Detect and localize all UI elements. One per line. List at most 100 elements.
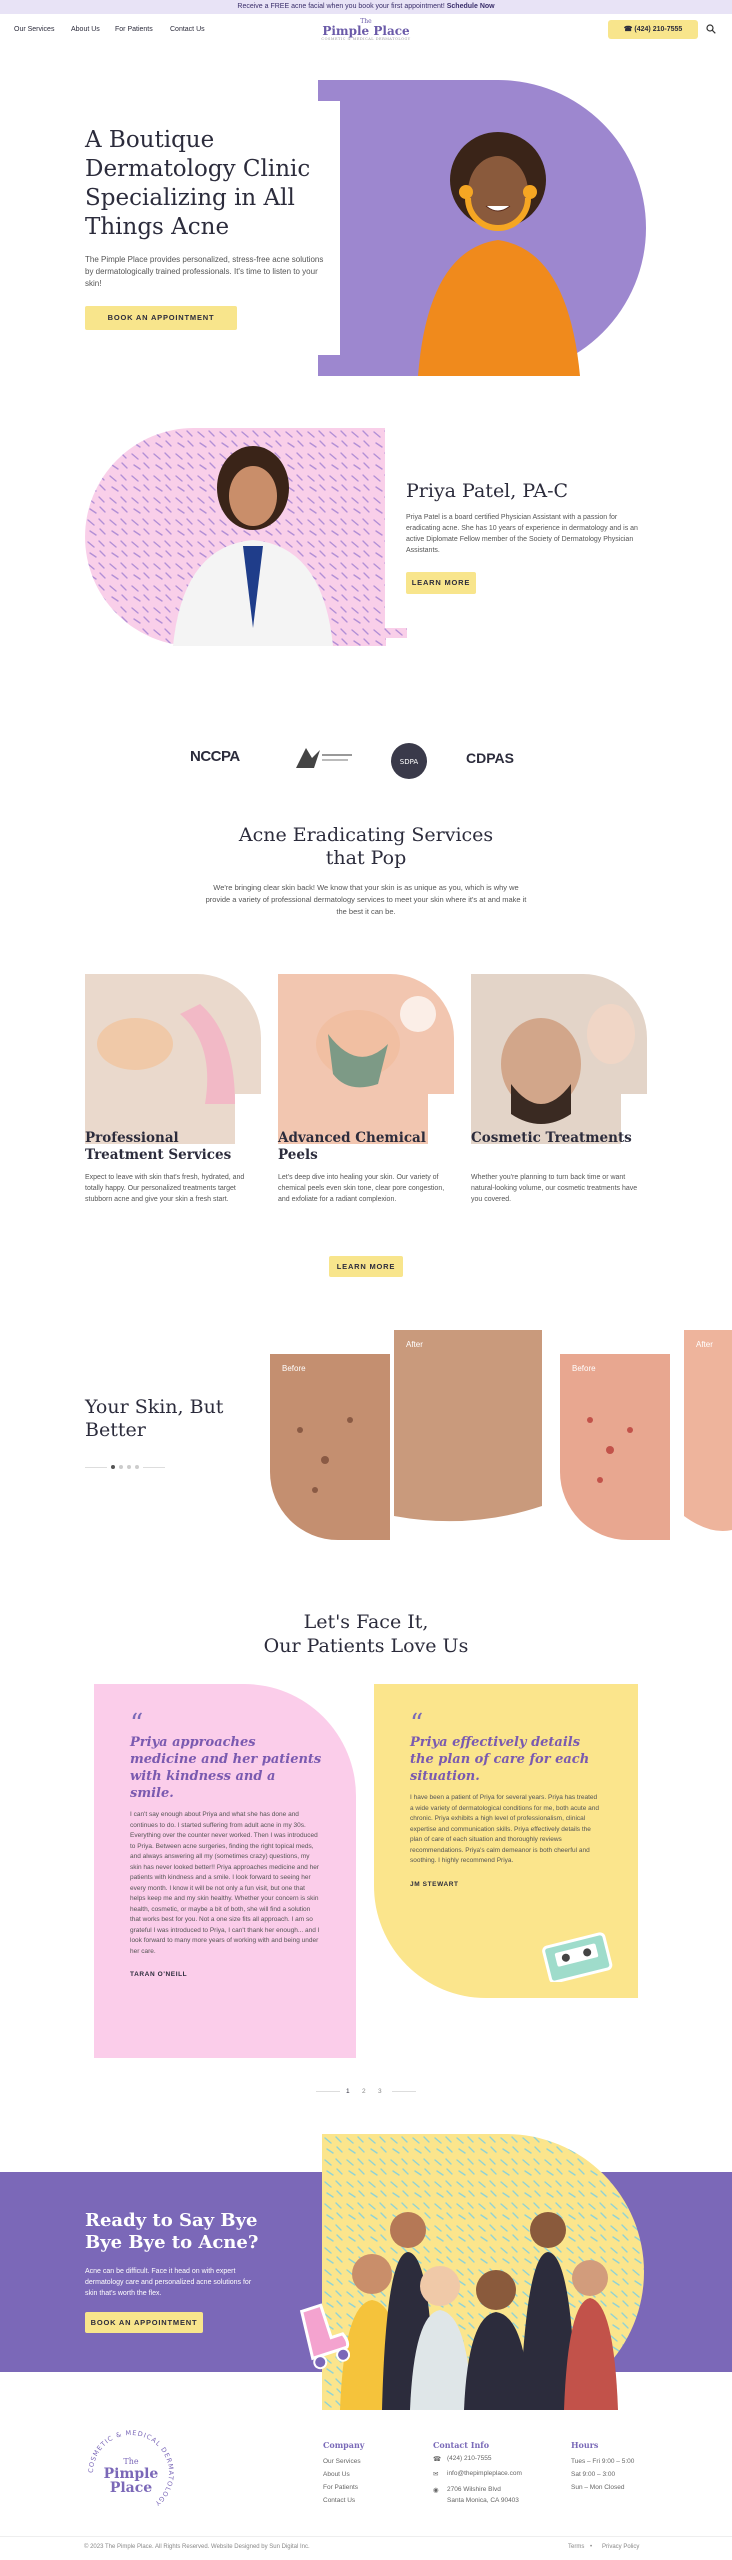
hero-image [318, 80, 646, 376]
footer-privacy-link[interactable]: Privacy Policy [602, 2544, 639, 2550]
cta-book-button[interactable]: BOOK AN APPOINTMENT [85, 2312, 203, 2333]
footer-separator: • [590, 2544, 593, 2550]
testimonial-headline-1: Priya approaches medicine and her patien… [130, 1735, 322, 1801]
logo-tagline: COSMETIC & MEDICAL DERMATOLOGY [321, 37, 411, 41]
promo-text: Receive a FREE acne facial when you book… [237, 3, 445, 10]
pager-dot[interactable] [127, 1465, 131, 1469]
testimonial-card-2: “ Priya effectively details the plan of … [410, 1709, 602, 1888]
footer-link-contact[interactable]: Contact Us [323, 2497, 355, 2504]
footer-link-about[interactable]: About Us [323, 2471, 350, 2478]
testimonial-body-2: I have been a patient of Priya for sever… [410, 1794, 599, 1864]
service-text-treatment: Expect to leave with skin that's fresh, … [85, 1174, 245, 1203]
pager-page-1[interactable]: 1 [346, 2088, 350, 2095]
cta-text: Acne can be difficult. Face it head on w… [85, 2268, 252, 2297]
site-logo[interactable]: The Pimple Place COSMETIC & MEDICAL DERM… [318, 18, 414, 41]
pager-page-3[interactable]: 3 [378, 2088, 382, 2095]
testimonials-title-line1: Let's Face It, [303, 1611, 429, 1633]
testimonial-headline-2: Priya effectively details the plan of ca… [410, 1735, 590, 1784]
footer-phone[interactable]: (424) 210-7555 [447, 2455, 491, 2462]
hero-book-button[interactable]: BOOK AN APPOINTMENT [85, 306, 237, 330]
cassette-tape-sticker [542, 1932, 613, 1982]
testimonial-author-2: JM STEWART [410, 1880, 459, 1888]
service-title-peels: Advanced Chemical Peels [278, 1130, 426, 1163]
service-title-treatment: Professional Treatment Services [85, 1130, 232, 1163]
services-title-line2: that Pop [325, 847, 407, 869]
services-learn-more-button[interactable]: LEARN MORE [329, 1256, 403, 1277]
footer-logo-the: The [123, 2457, 138, 2466]
footer-logo-line2: Place [110, 2480, 152, 2496]
nav-item-services[interactable]: Our Services [14, 26, 54, 33]
pager-line [392, 2091, 416, 2092]
nav-item-patients[interactable]: For Patients [115, 26, 153, 33]
footer-hours-closed: Sun – Mon Closed [571, 2484, 625, 2491]
hero-title: A Boutique Dermatology Clinic Specializi… [85, 127, 311, 240]
pager-dot-active[interactable] [111, 1465, 115, 1469]
footer-link-patients[interactable]: For Patients [323, 2484, 358, 2491]
results-pager [85, 1465, 165, 1471]
nccpa-logo: NCCPA [190, 748, 240, 765]
nav-item-contact[interactable]: Contact Us [170, 26, 205, 33]
testimonial-card-1: “ Priya approaches medicine and her pati… [130, 1711, 322, 1978]
footer-hours-title: Hours [571, 2440, 599, 2450]
pager-line [316, 2091, 340, 2092]
footer-company-title: Company [323, 2440, 365, 2450]
services-title: Acne Eradicating Services that Pop [0, 824, 732, 870]
before-label-1: Before [282, 1364, 306, 1373]
provider-photo [85, 428, 407, 646]
footer-address-line2[interactable]: Santa Monica, CA 90403 [447, 2497, 519, 2504]
footer-hours-weekday: Tues – Fri 9:00 – 5:00 [571, 2458, 635, 2465]
before-after-gallery [270, 1330, 732, 1540]
provider-bio: Priya Patel is a board certified Physici… [406, 514, 638, 554]
footer-phone-icon: ☎ [433, 2456, 442, 2463]
footer-email[interactable]: info@thepimpleplace.com [447, 2470, 522, 2477]
pager-line [85, 1467, 107, 1468]
provider-name: Priya Patel, PA-C [406, 480, 569, 502]
footer-email-icon: ✉ [433, 2471, 439, 2478]
testimonial-author-1: TARAN O'NEILL [130, 1971, 188, 1978]
nav-item-about[interactable]: About Us [71, 26, 100, 33]
sdpa-seal-logo: SDPA [391, 743, 427, 779]
pager-dot[interactable] [135, 1465, 139, 1469]
footer-divider [0, 2536, 732, 2537]
after-label-2: After [696, 1340, 713, 1349]
phone-icon: ☎ [623, 26, 633, 33]
phone-number: (424) 210-7555 [634, 26, 683, 33]
promo-link[interactable]: Schedule Now [447, 3, 495, 10]
search-icon[interactable] [706, 24, 716, 34]
roller-skate-sticker [299, 2303, 350, 2370]
service-image-treatment [85, 974, 261, 1144]
before-label-2: Before [572, 1364, 596, 1373]
hero-description: The Pimple Place provides personalized, … [85, 255, 324, 288]
pager-line [143, 1467, 165, 1468]
footer-logo[interactable]: COSMETIC & MEDICAL DERMATOLOGY The Pimpl… [84, 2426, 178, 2520]
sdpa-eagle-logo [296, 748, 352, 768]
testimonial-body-1: I can't say enough about Priya and what … [130, 1811, 320, 1955]
promo-banner: Receive a FREE acne facial when you book… [0, 0, 732, 14]
footer-link-services[interactable]: Our Services [323, 2458, 361, 2465]
footer-copyright: © 2023 The Pimple Place. All Rights Rese… [84, 2544, 310, 2550]
footer-hours-saturday: Sat 9:00 – 3:00 [571, 2471, 616, 2478]
sdpa-seal-text: SDPA [400, 758, 419, 766]
provider-learn-more-button[interactable]: LEARN MORE [406, 572, 476, 594]
cta-title: Ready to Say Bye Bye Bye to Acne? [85, 2210, 259, 2253]
service-image-cosmetic [471, 974, 647, 1144]
phone-button[interactable]: ☎ (424) 210-7555 [608, 20, 698, 39]
footer-terms-link[interactable]: Terms [568, 2544, 584, 2550]
pager-page-2[interactable]: 2 [362, 2088, 366, 2095]
cta-group-photo [322, 2134, 644, 2410]
footer-location-icon: ◉ [433, 2487, 439, 2494]
service-text-cosmetic: Whether you're planning to turn back tim… [471, 1174, 638, 1203]
logo-name: Pimple Place [322, 24, 410, 38]
after-label-1: After [406, 1340, 423, 1349]
quote-icon: “ [410, 1709, 424, 1739]
footer-contact-title: Contact Info [433, 2440, 490, 2450]
pager-dot[interactable] [119, 1465, 123, 1469]
service-text-peels: Let's deep dive into healing your skin. … [278, 1174, 445, 1203]
testimonials-title: Let's Face It, Our Patients Love Us [0, 1610, 732, 1658]
testimonials-pager: 1 2 3 [316, 2088, 416, 2096]
service-title-cosmetic: Cosmetic Treatments [471, 1130, 632, 1146]
services-title-line1: Acne Eradicating Services [238, 824, 494, 846]
results-title: Your Skin, But Better [85, 1396, 224, 1441]
services-intro: We're bringing clear skin back! We know … [205, 883, 527, 916]
footer-address-line1[interactable]: 2706 Wilshire Blvd [447, 2486, 501, 2493]
